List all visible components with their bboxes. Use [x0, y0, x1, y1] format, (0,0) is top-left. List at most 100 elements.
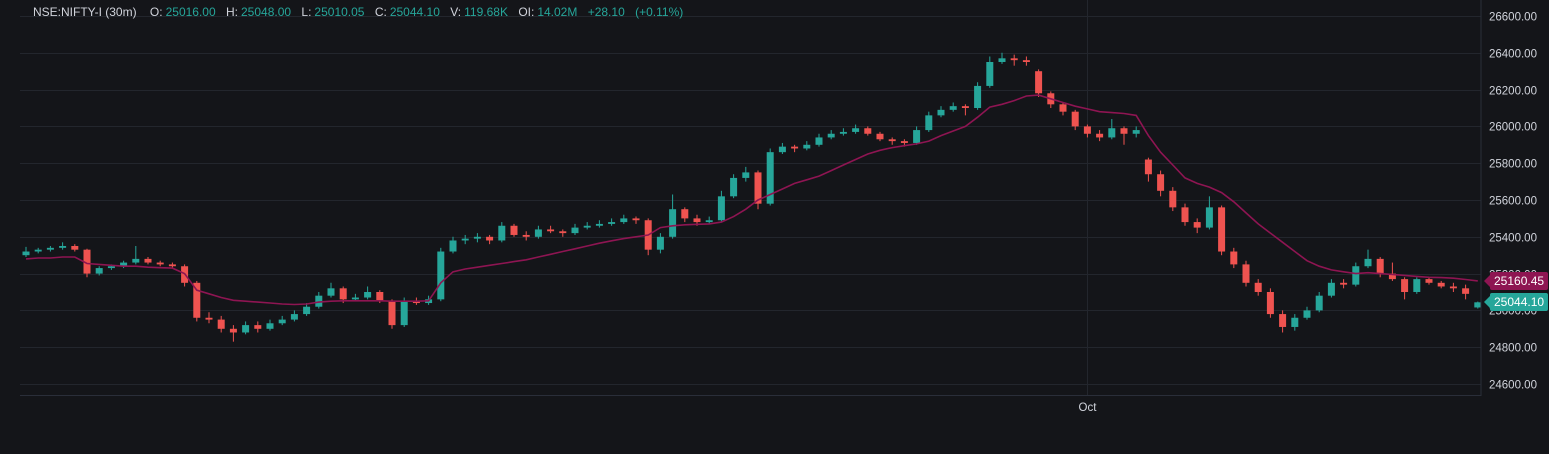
candle: [364, 286, 372, 300]
candle-body: [156, 262, 164, 265]
candle: [1132, 126, 1140, 138]
candle: [1169, 187, 1177, 212]
candle: [1352, 262, 1360, 287]
candle-body: [998, 58, 1006, 62]
candle-body: [437, 251, 445, 300]
candle-body: [278, 319, 286, 324]
candle-body: [803, 144, 811, 149]
candle-body: [1230, 251, 1238, 265]
candle-body: [1059, 104, 1067, 112]
candle: [1157, 170, 1165, 197]
candle-body: [339, 288, 347, 300]
candle: [852, 124, 860, 134]
candlestick-chart[interactable]: 24600.0024800.0025000.0025200.0025400.00…: [0, 0, 1549, 454]
y-tick-label: 26200.00: [1489, 86, 1537, 98]
candle-body: [1010, 58, 1018, 61]
candle-body: [290, 314, 298, 320]
candle: [303, 303, 311, 316]
candle: [778, 142, 786, 154]
time-axis[interactable]: Oct: [1079, 402, 1098, 414]
candle: [888, 137, 896, 145]
candle-body: [1291, 317, 1299, 327]
candle-body: [71, 246, 79, 250]
candle-body: [888, 139, 896, 142]
candle: [925, 111, 933, 132]
change-percent: (+0.11%): [635, 5, 684, 19]
x-tick-label: Oct: [1079, 402, 1098, 414]
candle: [620, 214, 628, 224]
candle: [949, 102, 957, 112]
candle-body: [1315, 295, 1323, 311]
candle-body: [705, 220, 713, 223]
candle: [1327, 279, 1335, 298]
candle-body: [1132, 130, 1140, 134]
candle: [1474, 301, 1482, 309]
candle: [1022, 56, 1030, 66]
candle-body: [473, 236, 481, 239]
low-value: 25010.05: [314, 5, 365, 19]
candle: [656, 233, 664, 254]
candle: [1010, 54, 1018, 66]
candle: [1315, 292, 1323, 313]
candle: [22, 246, 30, 258]
candle-body: [498, 225, 506, 241]
candle: [791, 144, 799, 153]
candle-body: [730, 177, 738, 197]
candle-body: [1144, 159, 1152, 175]
candle: [266, 319, 274, 331]
candle: [998, 52, 1006, 64]
candle-body: [1022, 60, 1030, 62]
candle-body: [95, 268, 103, 274]
candle: [1144, 157, 1152, 182]
candle-body: [22, 251, 30, 256]
candle: [1059, 102, 1067, 116]
candle-body: [400, 301, 408, 326]
candle: [437, 247, 445, 302]
last-price-tag: 25044.10: [1483, 293, 1549, 312]
candle: [278, 315, 286, 326]
candle-body: [778, 146, 786, 153]
candle: [144, 257, 152, 265]
low-label: L:: [301, 5, 312, 19]
candle: [1303, 306, 1311, 320]
candle-body: [559, 231, 567, 234]
candle-body: [1266, 292, 1274, 315]
candle-body: [632, 218, 640, 221]
candle: [827, 130, 835, 140]
close-label: C:: [374, 5, 387, 19]
candle: [1242, 260, 1250, 287]
candle: [181, 264, 189, 287]
candle: [595, 220, 603, 228]
candle-body: [1364, 258, 1372, 267]
candle: [1449, 282, 1457, 292]
candle: [632, 216, 640, 224]
candle-body: [461, 238, 469, 241]
candle: [644, 218, 652, 256]
symbol-label[interactable]: NSE:NIFTY-I (30m): [33, 5, 137, 19]
candle: [217, 315, 225, 333]
oi-label: OI:: [518, 5, 535, 19]
y-tick-label: 26000.00: [1489, 122, 1537, 134]
candle-body: [595, 223, 603, 226]
candle: [803, 141, 811, 151]
y-tick-label: 25400.00: [1489, 233, 1537, 245]
candle: [559, 229, 567, 237]
candle: [1218, 205, 1226, 256]
candle: [1193, 218, 1201, 234]
candle-body: [266, 323, 274, 329]
candle: [1437, 280, 1445, 289]
candle-body: [656, 236, 664, 250]
candle-body: [852, 128, 860, 132]
candle: [913, 126, 921, 145]
candle: [510, 223, 518, 237]
candle-body: [1083, 126, 1091, 134]
candle-body: [1474, 302, 1482, 308]
price-axis[interactable]: 24600.0024800.0025000.0025200.0025400.00…: [1489, 12, 1537, 392]
candle-body: [864, 128, 872, 134]
candle: [1413, 277, 1421, 294]
candle-body: [1205, 207, 1213, 228]
candle: [1181, 203, 1189, 226]
candle: [1254, 279, 1262, 296]
candle-body: [486, 236, 494, 241]
candle-body: [229, 328, 237, 333]
